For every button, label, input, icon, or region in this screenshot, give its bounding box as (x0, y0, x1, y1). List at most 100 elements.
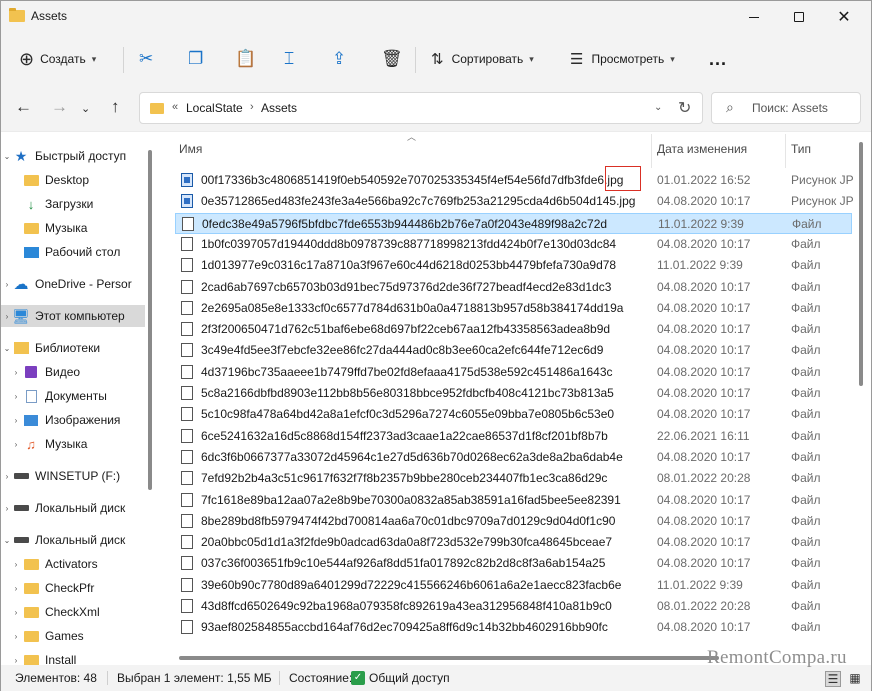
chevron-right-icon[interactable]: › (1, 504, 13, 513)
sidebar-scrollbar-thumb[interactable] (148, 150, 152, 490)
chevron-right-icon[interactable]: › (9, 440, 23, 449)
chevron-right-icon[interactable]: › (9, 656, 23, 665)
table-row[interactable]: 0e35712865ed483fe243fe3a4e566ba92c7c769f… (175, 191, 853, 212)
address-overflow[interactable]: « (172, 101, 178, 113)
sidebar-item-music[interactable]: Музыка (1, 217, 145, 239)
sidebar-item-documents[interactable]: › Документы (1, 385, 145, 407)
breadcrumb-localstate[interactable]: LocalState (186, 101, 243, 115)
rename-button[interactable]: ⌶ (284, 43, 294, 75)
column-header-name[interactable]: Имя (179, 142, 202, 156)
table-row[interactable]: 93aef802584855accbd164af76d2ec709425a8ff… (175, 617, 852, 638)
shared-users-icon: ✓ (351, 671, 365, 685)
view-button[interactable]: ☰ Просмотреть ▾ (570, 43, 675, 75)
image-file-icon (181, 173, 193, 187)
table-row[interactable]: 7efd92b2b4a3c51c9617f632f7f8b2357b9bbe28… (175, 468, 852, 489)
cut-button[interactable]: ✂ (139, 43, 153, 75)
sidebar-item-videos[interactable]: › Видео (1, 361, 145, 383)
sidebar-item-pictures[interactable]: › Изображения (1, 409, 145, 431)
close-button[interactable]: ✕ (821, 1, 867, 33)
maximize-button[interactable] (776, 1, 822, 33)
delete-button[interactable]: 🗑 (381, 43, 403, 75)
chevron-right-icon[interactable]: › (9, 416, 23, 425)
chevron-right-icon[interactable]: › (9, 608, 23, 617)
table-row[interactable]: 5c8a2166dbfbd8903e112bb8b56e80318bbce952… (175, 383, 852, 404)
sidebar-item-desktop-ru[interactable]: Рабочий стол (1, 241, 145, 263)
address-bar[interactable]: « LocalState › Assets ⌄ ↻ (139, 92, 703, 124)
sidebar-item-games[interactable]: › Games (1, 625, 145, 647)
table-row[interactable]: 7fc1618e89ba12aa07a2e8b9be70300a0832a85a… (175, 490, 852, 511)
sidebar-item-checkxml[interactable]: › CheckXml (1, 601, 145, 623)
breadcrumb-assets[interactable]: Assets (261, 101, 297, 115)
recent-locations-chevron-icon[interactable]: ⌄ (81, 102, 90, 115)
column-header-date[interactable]: Дата изменения (657, 142, 747, 156)
sidebar-item-winsetup[interactable]: › WINSETUP (F:) (1, 465, 145, 487)
chevron-right-icon[interactable]: › (9, 368, 23, 377)
sidebar-item-checkpfr[interactable]: › CheckPfr (1, 577, 145, 599)
paste-button[interactable]: 📋 (235, 43, 256, 75)
table-row[interactable]: 5c10c98fa478a64bd42a8a1efcf0c3d5296a7274… (175, 404, 852, 425)
sidebar-item-local-disk-2[interactable]: ⌄ Локальный диск (1, 529, 145, 551)
share-icon: ⇪ (332, 49, 347, 68)
refresh-icon[interactable]: ↻ (678, 98, 691, 118)
search-box[interactable]: ⌕ (711, 92, 861, 124)
file-list-vertical-scrollbar[interactable] (855, 142, 867, 654)
sidebar-item-music-library[interactable]: › ♫ Музыка (1, 433, 145, 455)
chevron-right-icon[interactable]: › (9, 392, 23, 401)
copy-button[interactable]: ❐ (188, 43, 203, 75)
sidebar-item-activators[interactable]: › Activators (1, 553, 145, 575)
sort-button[interactable]: ⇅ Сортировать ▾ (431, 43, 534, 75)
create-button[interactable]: ⊕ Создать ▾ (19, 43, 96, 75)
column-header-type[interactable]: Тип (791, 142, 811, 156)
details-view-icon[interactable]: ☰ (825, 671, 841, 687)
table-row[interactable]: 1d013977e9c0316c17a8710a3f967e60c44d6218… (175, 255, 852, 276)
sidebar-item-local-disk[interactable]: › Локальный диск (1, 497, 145, 519)
table-row[interactable]: 39e60b90c7780d89a6401299d72229c415566246… (175, 575, 852, 596)
table-row[interactable]: 6dc3f6b0667377a33072d45964c1e27d5d636b70… (175, 447, 852, 468)
table-row[interactable]: 1b0fc0397057d19440ddd8b0978739c887718998… (175, 234, 852, 255)
table-row[interactable]: 00f17336b3c4806851419f0eb540592e70702533… (175, 166, 853, 191)
minimize-button[interactable] (731, 1, 777, 33)
address-dropdown-icon[interactable]: ⌄ (654, 102, 662, 113)
table-row[interactable]: 3c49e4fd5ee3f7ebcfe32ee86fc27da444ad0c8b… (175, 340, 852, 361)
table-row[interactable]: 43d8ffcd6502649c92ba1968a079358fc892619a… (175, 596, 852, 617)
table-row[interactable]: 4d37196bc735aaeee1b7479ffd7be02fd8efaaa4… (175, 362, 852, 383)
selection-info: Выбран 1 элемент: 1,55 МБ (117, 671, 272, 685)
forward-button[interactable]: → (51, 97, 68, 117)
more-button[interactable]: ... (709, 43, 727, 75)
table-row[interactable]: 20a0bbc05d1d1a3f2fde9b0adcad63da0a8f723d… (175, 532, 852, 553)
column-divider[interactable] (651, 134, 652, 168)
sidebar-scrollbar[interactable] (145, 150, 155, 490)
column-divider[interactable] (785, 134, 786, 168)
table-row[interactable]: 8be289bd8fb5979474f42bd700814aa6a70c01db… (175, 511, 852, 532)
sidebar-item-downloads[interactable]: ↓ Загрузки (1, 193, 145, 215)
vertical-scrollbar-thumb[interactable] (859, 142, 863, 386)
search-input[interactable] (752, 101, 856, 115)
sidebar-item-install[interactable]: › Install (1, 649, 145, 665)
table-row[interactable]: 037c36f003651fb9c10e544af926af8dd51fa017… (175, 553, 852, 574)
chevron-right-icon[interactable]: › (1, 472, 13, 481)
chevron-down-icon[interactable]: ⌄ (1, 536, 13, 545)
chevron-right-icon[interactable]: › (9, 632, 23, 641)
large-icons-view-icon[interactable]: ▦ (847, 671, 863, 687)
table-row[interactable]: 6ce5241632a16d5c8868d154ff2373ad3caae1a2… (175, 426, 852, 447)
sidebar-item-libraries[interactable]: ⌄ Библиотеки (1, 337, 145, 359)
table-row[interactable]: 2cad6ab7697cb65703b03d91bec75d97376d2de3… (175, 277, 852, 298)
chevron-right-icon[interactable]: › (9, 560, 23, 569)
sort-label: Сортировать (451, 52, 524, 66)
back-button[interactable]: ← (15, 97, 32, 117)
up-button[interactable]: ↑ (111, 97, 120, 117)
table-row[interactable]: 2e2695a085e8e1333cf0c6577d784d631b0a0a47… (175, 298, 852, 319)
sidebar-item-onedrive[interactable]: › ☁ OneDrive - Persor (1, 273, 145, 295)
sidebar-item-this-pc[interactable]: › 🖥 Этот компьютер (1, 305, 145, 327)
chevron-down-icon[interactable]: ⌄ (1, 152, 13, 161)
chevron-right-icon[interactable]: › (9, 584, 23, 593)
sidebar-item-quick-access[interactable]: ⌄ ★ Быстрый доступ (1, 145, 145, 167)
chevron-down-icon[interactable]: ⌄ (1, 344, 13, 353)
sidebar-item-desktop[interactable]: Desktop (1, 169, 145, 191)
share-button[interactable]: ⇪ (332, 43, 346, 75)
file-type: Файл (791, 407, 821, 422)
horizontal-scrollbar-thumb[interactable] (179, 656, 719, 660)
chevron-right-icon[interactable]: › (1, 280, 13, 289)
table-row[interactable]: 2f3f200650471d762c51baf6ebe68d697bf22ceb… (175, 319, 852, 340)
table-row[interactable]: 0fedc38e49a5796f5bfdbc7fde6553b944486b2b… (175, 212, 852, 234)
